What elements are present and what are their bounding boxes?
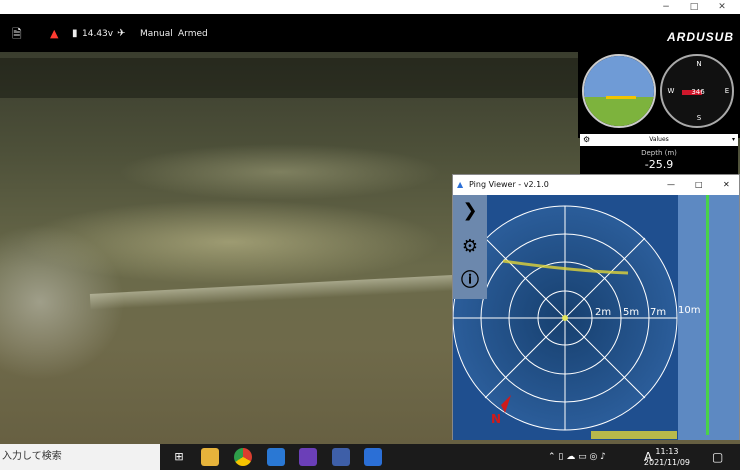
vehicle-app-icon[interactable] xyxy=(332,448,350,466)
ping-viewer-taskbar-icon[interactable] xyxy=(364,448,382,466)
ping-app-icon: ▲ xyxy=(457,180,464,189)
task-view-icon[interactable]: ⊞ xyxy=(170,448,188,466)
vehicle-icon[interactable]: 🗎 xyxy=(12,27,22,41)
range-label-4: 10m xyxy=(678,305,701,316)
clock-time: 11:13 xyxy=(655,447,679,456)
compass-west: W xyxy=(667,87,675,95)
north-label: N xyxy=(491,412,501,426)
gear-icon[interactable]: ⚙ xyxy=(583,134,590,146)
clock[interactable]: 11:13 2021/11/09 xyxy=(644,446,690,468)
attitude-bar xyxy=(606,96,636,99)
maximize-button[interactable]: □ xyxy=(680,0,708,14)
values-selector-label: Values xyxy=(649,136,669,143)
taskbar-search[interactable]: 入力して検索 xyxy=(0,444,160,470)
clock-date: 2021/11/09 xyxy=(643,458,690,467)
attitude-sky xyxy=(584,56,654,97)
minimize-button[interactable]: − xyxy=(652,0,680,14)
instrument-panel: N E S W 346 xyxy=(578,52,740,138)
file-explorer-icon[interactable] xyxy=(201,448,219,466)
notification-icon[interactable]: ▢ xyxy=(712,444,723,470)
settings-gear-icon[interactable]: ⚙ xyxy=(458,235,482,259)
chrome-icon[interactable] xyxy=(234,448,252,466)
battery-voltage: 14.43v xyxy=(82,29,114,39)
range-label-3: 7m xyxy=(650,307,666,318)
depth-panel: ⚙ Values ▾ Depth (m) -25.9 xyxy=(580,134,738,174)
compass-heading: 346 xyxy=(691,88,705,96)
ping-viewer-body: 2m 5m 7m N ❯ ⚙ ⓘ 10m xyxy=(453,195,739,440)
depth-trace-line xyxy=(706,195,709,435)
app-icon[interactable] xyxy=(299,448,317,466)
armed-status[interactable]: Armed xyxy=(178,27,208,41)
ping-maximize-button[interactable]: □ xyxy=(695,175,703,195)
ping-viewer-title: Ping Viewer - v2.1.0 xyxy=(469,180,549,189)
compass-south: S xyxy=(696,114,702,122)
flight-mode-icon: ✈ xyxy=(117,28,126,39)
rock-ledge xyxy=(89,274,471,310)
window-title-bar: − □ ✕ xyxy=(0,0,740,14)
ping-viewer-window[interactable]: ▲ Ping Viewer - v2.1.0 — □ ✕ 2m 5m 7m N … xyxy=(452,174,740,440)
ping-sidebar: ❯ ⚙ ⓘ xyxy=(453,195,487,299)
ping-viewer-title-bar[interactable]: ▲ Ping Viewer - v2.1.0 — □ ✕ xyxy=(453,175,739,195)
status-toolbar: 🗎 ▲ ▮ 14.43v ✈ Manual Armed ARDUSUB xyxy=(0,14,740,52)
attitude-indicator xyxy=(582,54,656,128)
intensity-colorbar xyxy=(591,431,677,439)
ping-minimize-button[interactable]: — xyxy=(667,175,675,195)
sonar-view[interactable]: 2m 5m 7m N xyxy=(453,195,683,440)
attitude-ground xyxy=(584,96,654,126)
tray-icons[interactable]: ⌃ ▯ ☁ ▭ ◎ ♪ xyxy=(548,444,606,470)
depth-label: Depth (m) xyxy=(641,149,677,157)
taskbar: 入力して検索 ⊞ ⌃ ▯ ☁ ▭ ◎ ♪ A 11:13 2021/11/09 … xyxy=(0,444,740,470)
mail-icon[interactable] xyxy=(267,448,285,466)
compass-north: N xyxy=(696,60,702,68)
depth-value: -25.9 xyxy=(644,158,674,171)
range-label-2: 5m xyxy=(623,307,639,318)
warning-icon[interactable]: ▲ xyxy=(50,27,58,41)
range-label-1: 2m xyxy=(595,307,611,318)
chevron-right-icon[interactable]: ❯ xyxy=(458,199,482,223)
info-icon[interactable]: ⓘ xyxy=(458,269,482,293)
battery-icon: ▮ xyxy=(72,28,78,39)
compass: N E S W 346 xyxy=(660,54,734,128)
compass-east: E xyxy=(724,87,730,95)
dropdown-icon[interactable]: ▾ xyxy=(732,134,735,146)
depth-trace-panel: 10m xyxy=(678,195,739,440)
values-selector[interactable]: ⚙ Values ▾ xyxy=(580,134,738,146)
ardusub-logo: ARDUSUB xyxy=(667,30,734,44)
close-button[interactable]: ✕ xyxy=(708,0,736,14)
flight-mode[interactable]: Manual xyxy=(140,27,173,41)
sonar-center xyxy=(562,315,568,321)
ping-close-button[interactable]: ✕ xyxy=(723,175,730,195)
